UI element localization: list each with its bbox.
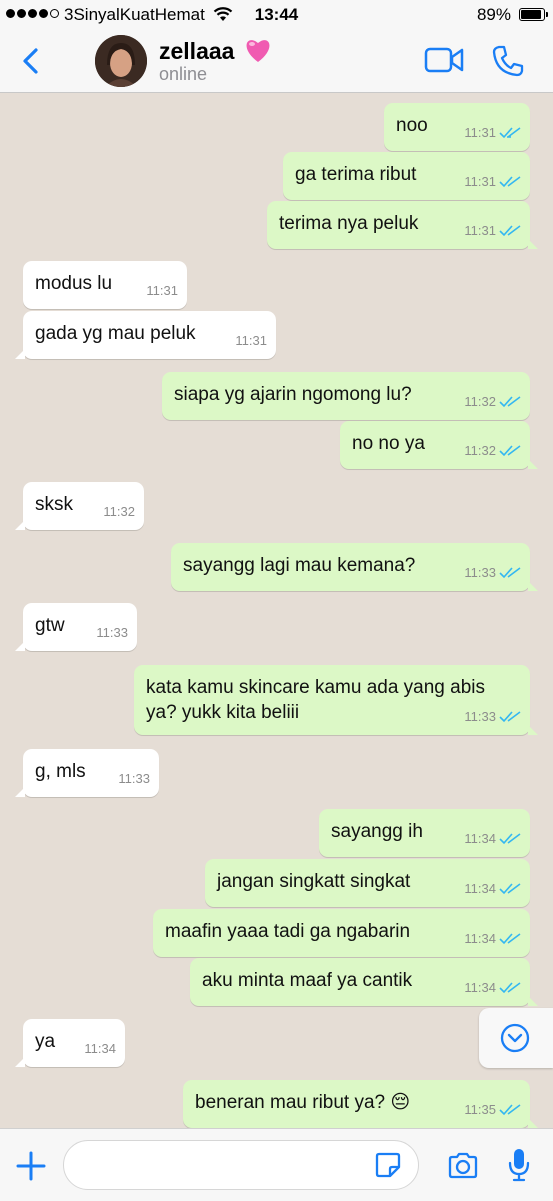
message-input-bar	[0, 1128, 553, 1201]
presence-status: online	[159, 64, 208, 84]
message-outgoing[interactable]: kata kamu skincare kamu ada yang abis ya…	[134, 665, 538, 735]
message-time: 11:34	[464, 931, 496, 946]
message-incoming[interactable]: gada yg mau peluk 11:31	[15, 311, 276, 359]
message-time: 11:31	[464, 223, 496, 238]
plus-icon[interactable]	[14, 1149, 48, 1183]
sticker-icon[interactable]	[374, 1151, 402, 1179]
message-text: no no ya	[352, 433, 425, 454]
message-outgoing[interactable]: aku minta maaf ya cantik 11:34	[190, 958, 538, 1006]
message-text: gtw	[35, 615, 65, 636]
message-time: 11:33	[118, 771, 150, 786]
message-outgoing[interactable]: beneran mau ribut ya? 😔 11:35	[183, 1080, 538, 1128]
message-text: siapa yg ajarin ngomong lu?	[174, 384, 412, 405]
message-outgoing[interactable]: noo 11:31	[384, 103, 530, 151]
message-text: terima nya peluk	[279, 213, 419, 234]
message-outgoing[interactable]: ga terima ribut 11:31	[283, 152, 530, 200]
battery-percentage: 89%	[476, 5, 511, 24]
message-outgoing[interactable]: sayangg ih 11:34	[319, 809, 530, 857]
message-text: modus lu	[35, 273, 113, 294]
message-text: sksk	[35, 494, 73, 515]
status-bar: 3SinyalKuatHemat 13:44 89%	[0, 0, 553, 30]
message-text: noo	[396, 115, 428, 136]
scroll-to-bottom-button[interactable]	[479, 1008, 553, 1068]
message-outgoing[interactable]: jangan singkatt singkat 11:34	[205, 859, 530, 907]
message-text: beneran mau ribut ya? 😔	[195, 1092, 411, 1113]
message-time: 11:33	[96, 625, 128, 640]
contact-avatar[interactable]	[95, 35, 147, 87]
message-time: 11:32	[464, 443, 496, 458]
message-time: 11:35	[464, 1102, 496, 1117]
read-receipt-icon	[499, 224, 521, 236]
read-receipt-icon	[499, 882, 521, 894]
message-time: 11:33	[464, 709, 496, 724]
message-text: kata kamu skincare kamu ada yang abis ya…	[146, 677, 486, 723]
message-time: 11:33	[464, 565, 496, 580]
message-outgoing[interactable]: terima nya peluk 11:31	[267, 201, 538, 249]
message-time: 11:31	[146, 283, 178, 298]
message-incoming[interactable]: gtw 11:33	[15, 603, 137, 651]
back-chevron-icon[interactable]	[14, 44, 48, 78]
pink-heart-icon	[246, 40, 270, 62]
read-receipt-icon	[499, 932, 521, 944]
message-input[interactable]	[63, 1140, 419, 1190]
message-outgoing[interactable]: maafin yaaa tadi ga ngabarin 11:34	[153, 909, 530, 957]
message-text: ga terima ribut	[295, 164, 417, 185]
message-outgoing[interactable]: no no ya 11:32	[340, 421, 538, 469]
message-time: 11:31	[235, 333, 267, 348]
message-outgoing[interactable]: siapa yg ajarin ngomong lu? 11:32	[162, 372, 530, 420]
message-list[interactable]: noo 11:31 ga terima ribut 11:31 terima n…	[0, 93, 553, 1128]
message-text: gada yg mau peluk	[35, 323, 196, 344]
message-time: 11:32	[464, 394, 496, 409]
message-time: 11:34	[464, 881, 496, 896]
message-text: maafin yaaa tadi ga ngabarin	[165, 921, 411, 942]
contact-name[interactable]: zellaaa	[159, 38, 234, 65]
message-text: sayangg lagi mau kemana?	[183, 555, 416, 576]
message-incoming[interactable]: ya 11:34	[15, 1019, 125, 1067]
read-receipt-icon	[499, 832, 521, 844]
message-text: g, mls	[35, 761, 86, 782]
message-incoming[interactable]: g, mls 11:33	[15, 749, 159, 797]
video-call-icon[interactable]	[424, 46, 464, 74]
message-incoming[interactable]: sksk 11:32	[15, 482, 144, 530]
message-text: sayangg ih	[331, 821, 423, 842]
message-incoming[interactable]: modus lu 11:31	[23, 261, 187, 309]
chat-header: zellaaa online	[0, 30, 553, 93]
read-receipt-icon	[499, 710, 521, 722]
read-receipt-icon	[499, 981, 521, 993]
battery-icon	[519, 8, 548, 21]
chevron-down-circle-icon	[500, 1023, 530, 1053]
message-time: 11:34	[464, 980, 496, 995]
read-receipt-icon	[499, 175, 521, 187]
microphone-icon[interactable]	[506, 1147, 532, 1183]
read-receipt-icon	[499, 1103, 521, 1115]
message-time: 11:34	[84, 1041, 116, 1056]
message-text: ya	[35, 1031, 56, 1052]
message-time: 11:34	[464, 831, 496, 846]
message-time: 11:31	[464, 174, 496, 189]
read-receipt-icon	[499, 395, 521, 407]
message-time: 11:31	[464, 125, 496, 140]
clock: 13:44	[254, 5, 299, 24]
message-outgoing[interactable]: sayangg lagi mau kemana? 11:33	[171, 543, 538, 591]
message-text: jangan singkatt singkat	[217, 871, 411, 892]
read-receipt-icon	[499, 126, 521, 138]
camera-icon[interactable]	[447, 1151, 479, 1179]
read-receipt-icon	[499, 566, 521, 578]
message-time: 11:32	[103, 504, 135, 519]
phone-call-icon[interactable]	[491, 44, 525, 78]
read-receipt-icon	[499, 444, 521, 456]
message-text: aku minta maaf ya cantik	[202, 970, 413, 991]
